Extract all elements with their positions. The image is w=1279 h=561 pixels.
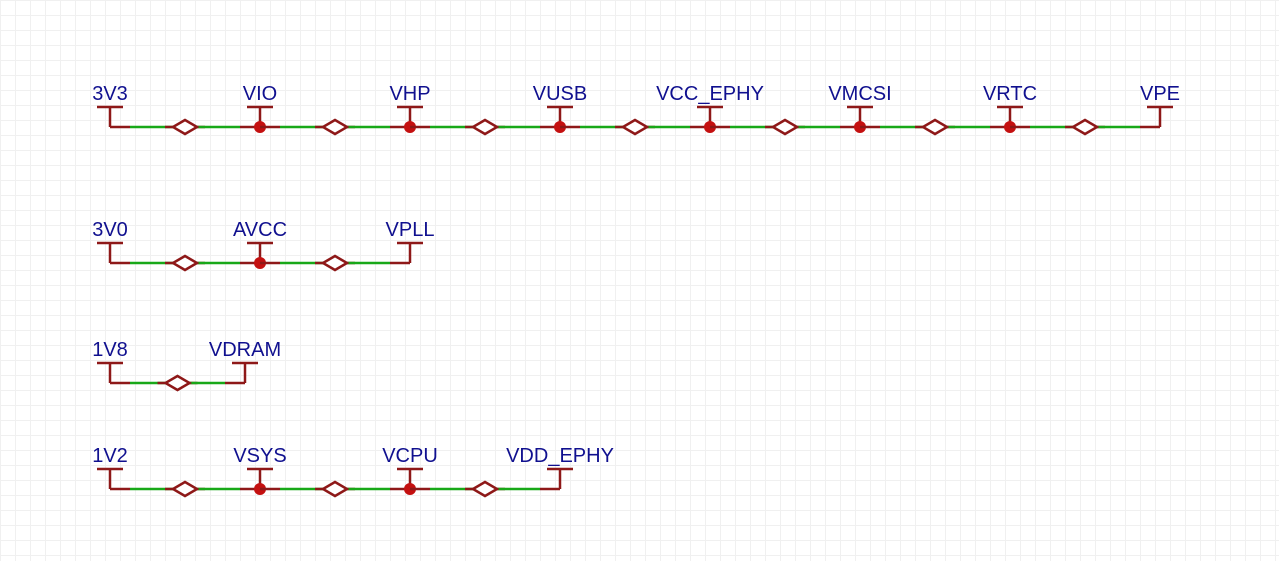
- power-1v8-label: 1V8: [92, 339, 128, 361]
- power-vhp-label: VHP: [389, 83, 430, 105]
- rail0-diamond3: [623, 120, 647, 134]
- rail0-diamond5: [923, 120, 947, 134]
- power-3v3-label: 3V3: [92, 83, 128, 105]
- rail3-diamond0: [173, 482, 197, 496]
- rail3-diamond1: [323, 482, 347, 496]
- rail2-diamond0: [166, 376, 190, 390]
- power-vsys-label: VSYS: [233, 445, 286, 467]
- rail0-diamond4: [773, 120, 797, 134]
- rail1-diamond1: [323, 256, 347, 270]
- rail3-diamond2: [473, 482, 497, 496]
- power-vdd-ephy-label: VDD_EPHY: [506, 445, 614, 467]
- power-vusb-label: VUSB: [533, 83, 587, 105]
- power-avcc-label: AVCC: [233, 219, 287, 241]
- power-vmcsi-label: VMCSI: [828, 83, 891, 105]
- schematic-canvas: 3V3 VIO VHP VUSB VCC_EPHY VMCSI VRTC VPE 3V0 AVCC…: [0, 0, 1279, 561]
- rail0-diamond1: [323, 120, 347, 134]
- power-vio-label: VIO: [243, 83, 277, 105]
- power-1v2-label: 1V2: [92, 445, 128, 467]
- power-3v0-label: 3V0: [92, 219, 128, 241]
- rail0-diamond6: [1073, 120, 1097, 134]
- power-vdram-label: VDRAM: [209, 339, 281, 361]
- rail1-diamond0: [173, 256, 197, 270]
- rail0-diamond0: [173, 120, 197, 134]
- rail0-diamond2: [473, 120, 497, 134]
- power-vrtc-label: VRTC: [983, 83, 1037, 105]
- power-vcc-ephy-label: VCC_EPHY: [656, 83, 764, 105]
- power-vpe-label: VPE: [1140, 83, 1180, 105]
- power-vpll-label: VPLL: [386, 219, 435, 241]
- power-vcpu-label: VCPU: [382, 445, 438, 467]
